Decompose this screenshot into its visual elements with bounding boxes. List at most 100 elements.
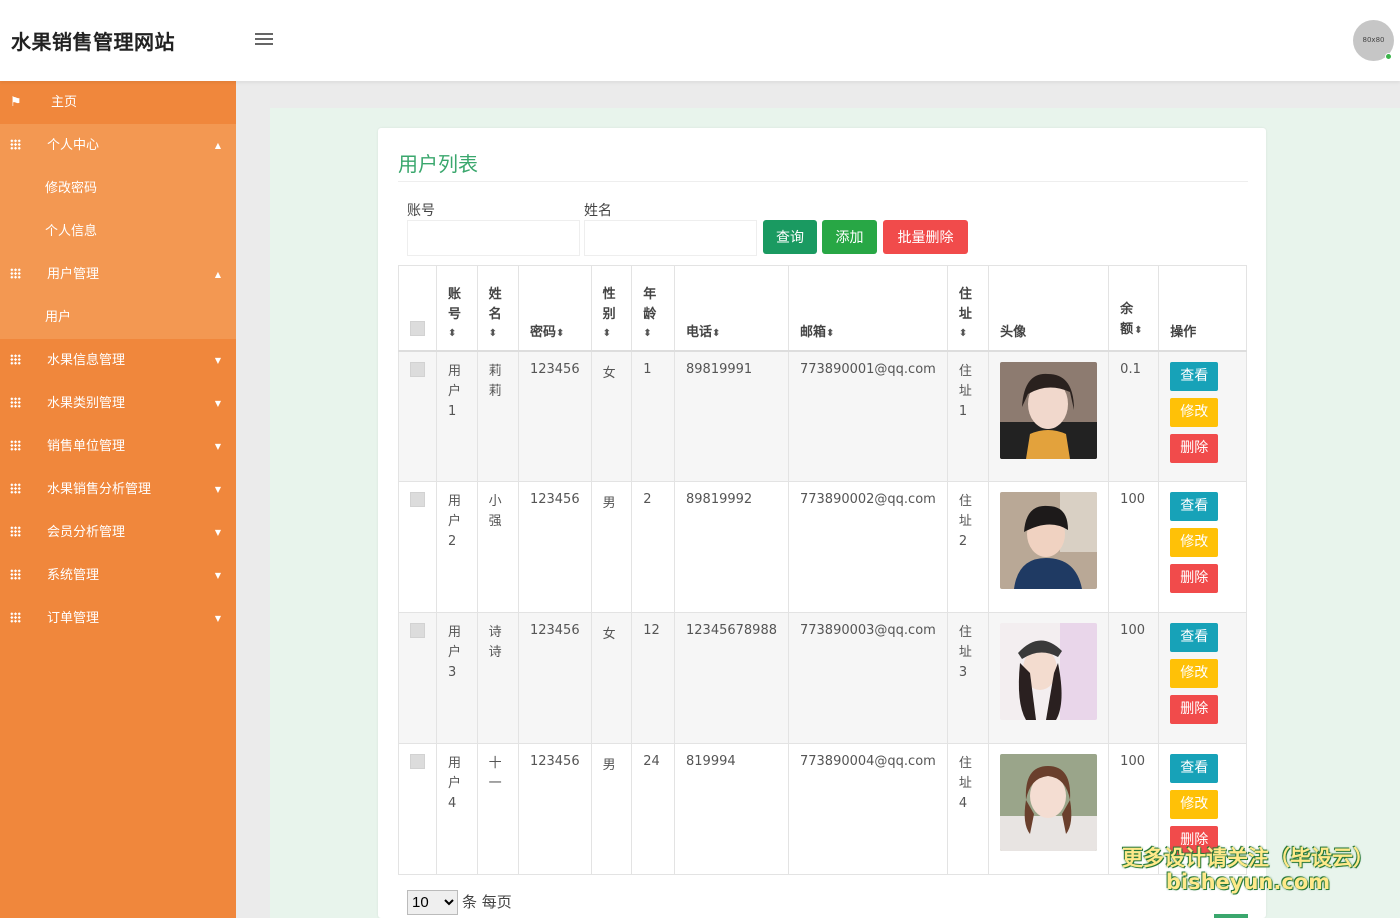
- sidebar-item-label: 主页: [51, 95, 78, 110]
- sidebar-item-label: 个人中心: [47, 138, 100, 153]
- row-select-cell: [398, 350, 437, 482]
- select-all-header: [398, 265, 437, 352]
- delete-button[interactable]: 删除: [1170, 433, 1219, 463]
- row-select-cell: [398, 743, 437, 875]
- cell-age: 2: [631, 481, 675, 613]
- menu-toggle-icon[interactable]: [255, 33, 273, 47]
- sidebar-subitem-users[interactable]: 用户: [0, 296, 236, 339]
- sort-icon: ⬍: [448, 327, 457, 339]
- row-checkbox[interactable]: [410, 361, 425, 377]
- col-avatar: 头像: [988, 265, 1110, 352]
- cell-address: 住址1: [958, 363, 972, 419]
- cell-gender: 男: [590, 481, 633, 613]
- sidebar-item-fruit-category[interactable]: 水果类别管理 ▼: [0, 382, 236, 425]
- user-table: 账号 ⬍ 姓名 ⬍ 密码⬍ 性别 ⬍ 年龄 ⬍ 电话⬍ 邮箱⬍ 住址 ⬍ 头像 余额⬍ 操…: [398, 265, 1247, 875]
- edit-button[interactable]: 修改: [1170, 397, 1219, 427]
- sidebar-subitem-change-password[interactable]: 修改密码: [0, 167, 236, 210]
- top-bar: 水果销售管理网站 80x80: [0, 0, 1400, 81]
- view-button[interactable]: 查看: [1170, 623, 1219, 652]
- table-row: 用户2 小强 123456 男 2 89819992 773890002@qq.…: [398, 481, 1247, 613]
- user-avatar-photo: [1000, 492, 1098, 589]
- cell-phone: 89819991: [674, 350, 789, 482]
- row-checkbox[interactable]: [410, 623, 425, 638]
- sidebar-subitem-personal-info[interactable]: 个人信息: [0, 210, 236, 253]
- cell-password: 123456: [517, 350, 592, 482]
- col-email[interactable]: 邮箱⬍: [787, 265, 948, 352]
- cell-password: 123456: [517, 481, 592, 613]
- caret-up-icon: ▲: [214, 270, 221, 279]
- edit-button[interactable]: 修改: [1170, 659, 1219, 688]
- sidebar-item-label: 水果信息管理: [47, 353, 126, 368]
- sidebar-item-label: 会员分析管理: [47, 525, 126, 540]
- sort-icon: ⬍: [488, 327, 498, 339]
- caret-down-icon: ▼: [214, 528, 221, 537]
- cell-balance: 0.1: [1108, 350, 1160, 482]
- cell-phone: 12345678988: [674, 612, 789, 744]
- row-checkbox[interactable]: [410, 754, 425, 769]
- sidebar-item-user-management[interactable]: 用户管理 ▲: [0, 253, 236, 296]
- col-age[interactable]: 年龄 ⬍: [631, 265, 675, 352]
- col-gender[interactable]: 性别 ⬍: [590, 265, 633, 352]
- user-avatar-photo: [1000, 623, 1098, 720]
- sidebar-item-fruit-info[interactable]: 水果信息管理 ▼: [0, 339, 236, 382]
- sort-icon: ⬍: [555, 327, 565, 339]
- batch-delete-button[interactable]: 批量删除: [883, 220, 968, 254]
- cell-age: 24: [631, 743, 675, 875]
- caret-down-icon: ▼: [214, 485, 221, 494]
- cell-address: 住址3: [958, 625, 972, 680]
- add-button[interactable]: 添加: [822, 220, 877, 254]
- online-status-dot: [1385, 53, 1392, 60]
- col-balance[interactable]: 余额⬍: [1108, 265, 1160, 352]
- sidebar-item-orders[interactable]: 订单管理 ▼: [0, 597, 236, 640]
- col-address[interactable]: 住址 ⬍: [946, 265, 990, 352]
- name-search-input[interactable]: [584, 220, 757, 256]
- sidebar-item-sales-unit[interactable]: 销售单位管理 ▼: [0, 425, 236, 468]
- col-password[interactable]: 密码⬍: [517, 265, 592, 352]
- row-select-cell: [398, 481, 437, 613]
- sidebar-item-system[interactable]: 系统管理 ▼: [0, 554, 236, 597]
- cell-password: 123456: [517, 612, 592, 744]
- caret-down-icon: ▼: [214, 442, 221, 451]
- user-avatar-photo: [1000, 361, 1098, 459]
- sort-icon: ⬍: [712, 327, 721, 339]
- sidebar-item-home[interactable]: ⚑ 主页: [0, 81, 236, 124]
- account-filter-label: 账号: [407, 203, 435, 219]
- query-button[interactable]: 查询: [763, 220, 817, 254]
- pagination-bar: 10条 每页: [407, 890, 512, 915]
- edit-button[interactable]: 修改: [1170, 528, 1219, 557]
- delete-button[interactable]: 删除: [1170, 695, 1219, 724]
- per-page-label: 条 每页: [462, 893, 512, 911]
- sidebar-item-label: 用户管理: [47, 267, 100, 282]
- sidebar-item-label: 水果销售分析管理: [47, 482, 152, 497]
- edit-button[interactable]: 修改: [1170, 790, 1219, 819]
- table-row: 用户3 诗诗 123456 女 12 12345678988 773890003…: [398, 612, 1247, 744]
- delete-button[interactable]: 删除: [1170, 564, 1219, 593]
- caret-down-icon: ▼: [214, 571, 221, 580]
- col-name[interactable]: 姓名 ⬍: [476, 265, 519, 352]
- view-button[interactable]: 查看: [1170, 754, 1219, 783]
- cell-gender: 男: [590, 743, 633, 875]
- sidebar-item-label: 系统管理: [47, 568, 100, 583]
- col-phone[interactable]: 电话⬍: [674, 265, 789, 352]
- col-account[interactable]: 账号 ⬍: [436, 265, 478, 352]
- caret-down-icon: ▼: [214, 614, 221, 623]
- cell-address: 住址2: [958, 494, 972, 549]
- cell-age: 1: [631, 350, 675, 482]
- select-all-checkbox[interactable]: [410, 320, 425, 336]
- sidebar-item-personal-center[interactable]: 个人中心 ▲: [0, 124, 236, 167]
- sidebar-item-label: 修改密码: [45, 181, 98, 196]
- table-header-row: 账号 ⬍ 姓名 ⬍ 密码⬍ 性别 ⬍ 年龄 ⬍ 电话⬍ 邮箱⬍ 住址 ⬍ 头像 余额⬍ 操…: [398, 265, 1247, 352]
- view-button[interactable]: 查看: [1170, 492, 1219, 521]
- sort-icon: ⬍: [826, 327, 835, 339]
- sidebar-item-sales-analysis[interactable]: 水果销售分析管理 ▼: [0, 468, 236, 511]
- cell-address: 住址4: [958, 756, 972, 811]
- cell-email: 773890004@qq.com: [787, 743, 948, 875]
- page-size-select[interactable]: 10: [407, 890, 458, 915]
- pagination-button-edge[interactable]: [1214, 914, 1248, 918]
- sidebar-item-label: 订单管理: [47, 611, 100, 626]
- sidebar-item-member-analysis[interactable]: 会员分析管理 ▼: [0, 511, 236, 554]
- view-button[interactable]: 查看: [1170, 361, 1219, 391]
- row-checkbox[interactable]: [410, 492, 425, 507]
- cell-account: 用户3: [448, 625, 462, 680]
- account-search-input[interactable]: [407, 220, 580, 256]
